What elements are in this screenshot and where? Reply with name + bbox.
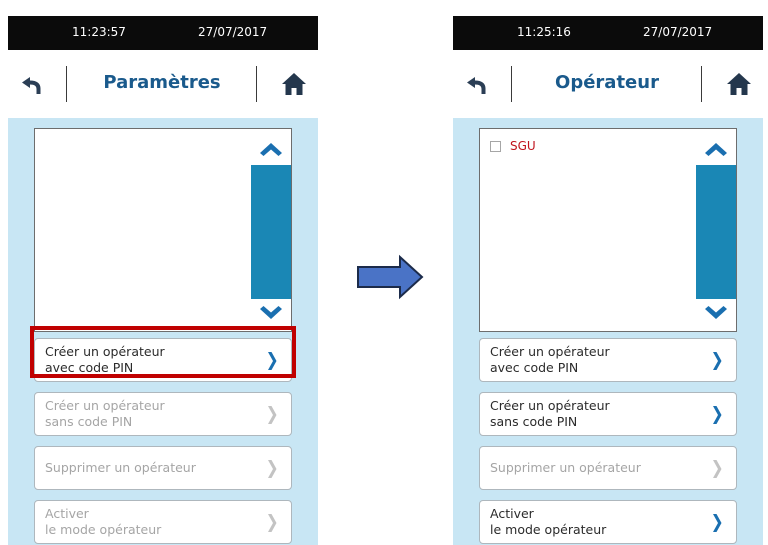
- content-area: Créer un opérateur avec code PIN Créer u…: [8, 118, 318, 545]
- chevron-right-icon: [268, 406, 277, 424]
- scroll-up-button[interactable]: [696, 129, 736, 165]
- chevron-right-icon: [713, 460, 722, 478]
- back-button[interactable]: [18, 68, 50, 100]
- status-bar: 11:25:16 27/07/2017: [453, 16, 763, 50]
- chevron-up-icon: [705, 143, 727, 156]
- home-icon: [727, 73, 751, 95]
- checkbox[interactable]: [490, 140, 501, 152]
- scrollbar-track[interactable]: [251, 165, 291, 299]
- header-separator: [701, 66, 702, 102]
- button-label: Activer le mode opérateur: [490, 506, 607, 537]
- content-area: SGU Créer un opérateur avec code PIN Cré…: [453, 118, 763, 545]
- status-time: 11:25:16: [517, 25, 571, 39]
- chevron-right-icon: [268, 352, 277, 370]
- header-separator: [256, 66, 257, 102]
- button-label: Créer un opérateur sans code PIN: [490, 398, 610, 429]
- delete-operator-button[interactable]: Supprimer un opérateur: [479, 446, 737, 490]
- delete-operator-button[interactable]: Supprimer un opérateur: [34, 446, 292, 490]
- status-date: 27/07/2017: [643, 25, 713, 39]
- back-button[interactable]: [463, 68, 495, 100]
- header-separator: [66, 66, 67, 102]
- activate-operator-mode-button[interactable]: Activer le mode opérateur: [34, 500, 292, 544]
- create-operator-without-pin-button[interactable]: Créer un opérateur sans code PIN: [479, 392, 737, 436]
- create-operator-with-pin-button[interactable]: Créer un opérateur avec code PIN: [34, 338, 292, 382]
- back-arrow-icon: [22, 77, 41, 94]
- home-button[interactable]: [278, 68, 310, 100]
- create-operator-with-pin-button[interactable]: Créer un opérateur avec code PIN: [479, 338, 737, 382]
- operator-list[interactable]: SGU: [479, 128, 737, 332]
- screen-parametres: 11:23:57 27/07/2017 Paramètres Créer un …: [8, 16, 318, 545]
- home-icon: [282, 73, 306, 95]
- chevron-right-icon: [268, 460, 277, 478]
- list-item-label: SGU: [510, 139, 536, 153]
- button-label: Créer un opérateur avec code PIN: [45, 344, 165, 375]
- header-separator: [511, 66, 512, 102]
- status-time: 11:23:57: [72, 25, 126, 39]
- scroll-up-button[interactable]: [251, 129, 291, 165]
- chevron-right-icon: [713, 352, 722, 370]
- header: Opérateur: [453, 50, 763, 118]
- button-label: Créer un opérateur avec code PIN: [490, 344, 610, 375]
- button-label: Supprimer un opérateur: [45, 460, 196, 475]
- screen-operateur: 11:25:16 27/07/2017 Opérateur SGU Créer …: [453, 16, 763, 545]
- home-button[interactable]: [723, 68, 755, 100]
- create-operator-without-pin-button[interactable]: Créer un opérateur sans code PIN: [34, 392, 292, 436]
- chevron-right-icon: [713, 406, 722, 424]
- page-title: Opérateur: [555, 72, 659, 93]
- page-title: Paramètres: [103, 72, 221, 93]
- status-bar: 11:23:57 27/07/2017: [8, 16, 318, 50]
- operator-list[interactable]: [34, 128, 292, 332]
- chevron-right-icon: [713, 514, 722, 532]
- list-item[interactable]: SGU: [490, 137, 536, 155]
- header: Paramètres: [8, 50, 318, 118]
- button-label: Créer un opérateur sans code PIN: [45, 398, 165, 429]
- chevron-right-icon: [268, 514, 277, 532]
- scroll-down-button[interactable]: [696, 299, 736, 331]
- status-date: 27/07/2017: [198, 25, 268, 39]
- right-arrow-icon: [357, 254, 424, 300]
- chevron-up-icon: [260, 143, 282, 156]
- button-label: Activer le mode opérateur: [45, 506, 162, 537]
- activate-operator-mode-button[interactable]: Activer le mode opérateur: [479, 500, 737, 544]
- back-arrow-icon: [467, 77, 486, 94]
- scrollbar-track[interactable]: [696, 165, 736, 299]
- chevron-down-icon: [705, 306, 727, 319]
- chevron-down-icon: [260, 306, 282, 319]
- scroll-down-button[interactable]: [251, 299, 291, 331]
- button-label: Supprimer un opérateur: [490, 460, 641, 475]
